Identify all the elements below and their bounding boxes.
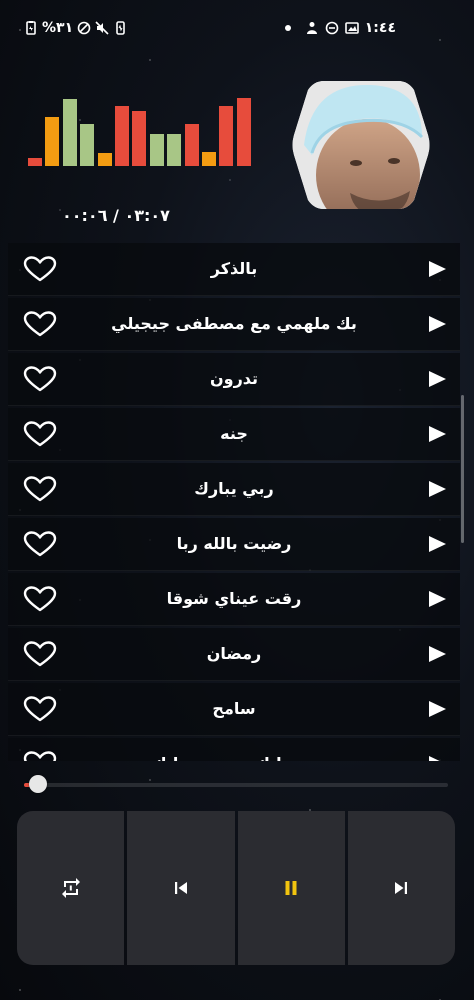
visualizer-bar [45, 117, 60, 166]
song-title: جنه [220, 424, 248, 443]
song-title: ربي يبارك [194, 479, 274, 498]
heart-outline-icon[interactable] [22, 476, 58, 502]
heart-outline-icon[interactable] [22, 751, 58, 761]
person-icon [306, 22, 317, 34]
visualizer-bar [236, 98, 251, 166]
previous-button[interactable] [127, 811, 235, 965]
visualizer-bar [28, 158, 42, 166]
visualizer-bar [167, 134, 182, 166]
play-icon[interactable] [429, 701, 446, 717]
image-icon [344, 22, 359, 34]
list-scrollbar[interactable] [461, 395, 464, 543]
heart-outline-icon[interactable] [22, 696, 58, 722]
album-art [292, 81, 430, 209]
visualizer-bar [97, 153, 112, 166]
play-icon[interactable] [429, 426, 446, 442]
battery-percent: %٣١ [42, 20, 74, 36]
play-icon[interactable] [429, 646, 446, 662]
do-not-disturb-icon [77, 21, 91, 35]
visualizer-bar [202, 152, 216, 166]
play-icon[interactable] [429, 371, 446, 387]
seek-bar[interactable] [24, 783, 448, 787]
heart-outline-icon[interactable] [22, 421, 58, 447]
visualizer-bar [115, 106, 129, 166]
song-row[interactable]: تدرون [8, 353, 460, 406]
song-row[interactable]: رمضان [8, 628, 460, 681]
song-row[interactable]: جنه [8, 408, 460, 461]
pause-button[interactable] [237, 811, 345, 965]
song-row[interactable]: سامح [8, 683, 460, 736]
visualizer-bar [184, 124, 199, 166]
song-title: رقت عيناي شوقا [166, 589, 302, 608]
play-icon[interactable] [429, 591, 446, 607]
song-row[interactable]: رقت عيناي شوقا [8, 573, 460, 626]
song-title: سامح [212, 699, 256, 718]
song-title: رضيت بالله ربا [176, 534, 292, 553]
battery-saver-icon [26, 21, 36, 35]
status-left: %٣١ [24, 20, 127, 36]
audio-visualizer [28, 96, 251, 166]
visualizer-bar [219, 106, 234, 166]
heart-outline-icon[interactable] [22, 641, 58, 667]
play-icon[interactable] [429, 261, 446, 277]
heart-outline-icon[interactable] [22, 531, 58, 557]
play-icon[interactable] [429, 481, 446, 497]
status-right: ١:٤٤ [284, 20, 396, 36]
notification-dot-icon [284, 25, 291, 31]
skip-previous-icon [174, 882, 187, 894]
play-icon[interactable] [429, 756, 446, 761]
heart-outline-icon[interactable] [22, 256, 58, 282]
song-title: بالذكر [210, 259, 258, 278]
heart-outline-icon[interactable] [22, 586, 58, 612]
visualizer-bar [62, 99, 77, 166]
clock: ١:٤٤ [364, 20, 396, 36]
heart-outline-icon[interactable] [22, 366, 58, 392]
song-list[interactable]: بالذكر بك ملهمي مع مصطفى جيجيلي تدرون جنه رب… [8, 243, 460, 761]
repeat-button[interactable] [17, 811, 125, 965]
play-icon[interactable] [429, 316, 446, 332]
song-row[interactable]: رضيت بالله ربا [8, 518, 460, 571]
song-row[interactable]: بالذكر [8, 243, 460, 296]
heart-outline-icon[interactable] [22, 311, 58, 337]
visualizer-bar [149, 134, 164, 166]
song-title: تدرون [209, 369, 259, 388]
skip-next-icon [395, 882, 408, 894]
vibrate-icon [116, 21, 125, 35]
visualizer-bar [132, 111, 147, 166]
playback-controls [17, 811, 455, 965]
visualizer-bar [80, 124, 95, 166]
song-row[interactable]: بك ملهمي مع مصطفى جيجيلي [8, 298, 460, 351]
song-row[interactable]: ربي يبارك [8, 463, 460, 516]
song-title: رمضان [206, 644, 262, 663]
play-icon[interactable] [429, 536, 446, 552]
next-button[interactable] [347, 811, 455, 965]
time-readout: ٠٣:٠٧ / ٠٠:٠٦ [62, 206, 170, 225]
minus-circle-icon [325, 21, 339, 35]
song-title: بك ملهمي مع مصطفى جيجيلي [111, 314, 357, 333]
repeat-icon [61, 878, 80, 898]
song-title: سبحانك ربي سبحانك [68, 738, 400, 761]
mute-icon [95, 21, 109, 35]
song-row[interactable]: سبحانك ربي سبحانك [8, 738, 460, 761]
pause-icon [285, 881, 297, 895]
seek-thumb[interactable] [29, 775, 47, 793]
status-bar: %٣١ ١:٤٤ [0, 0, 474, 62]
